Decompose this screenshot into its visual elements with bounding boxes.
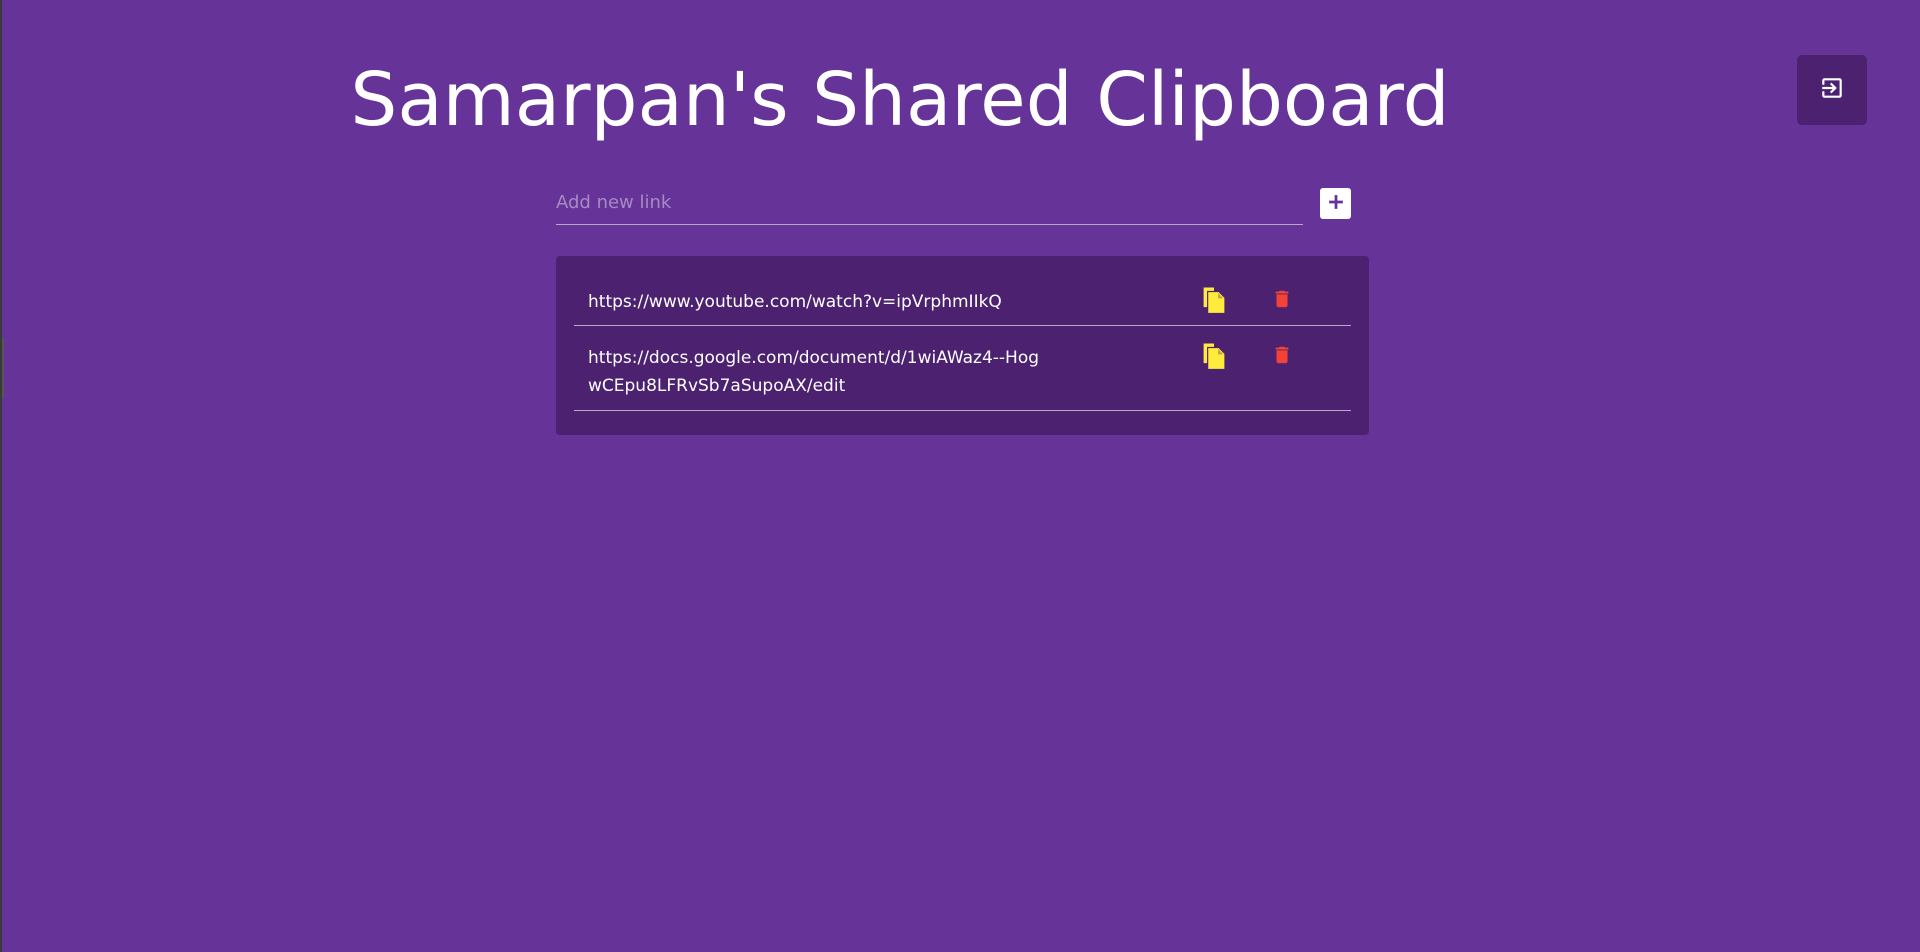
window-edge [2,338,4,398]
logout-icon [1819,75,1845,105]
link-row: https://www.youtube.com/watch?v=ipVrphmI… [574,270,1351,326]
delete-link-button[interactable] [1268,342,1296,372]
link-url: https://www.youtube.com/watch?v=ipVrphmI… [588,292,1002,312]
copy-link-button[interactable] [1200,342,1228,372]
add-link-button[interactable] [1320,188,1351,219]
trash-icon [1271,286,1293,316]
page: Samarpan's Shared Clipboard https://www.… [0,0,1920,952]
trash-icon [1271,342,1293,372]
copy-link-button[interactable] [1200,286,1228,316]
links-list: https://www.youtube.com/watch?v=ipVrphmI… [556,256,1369,435]
add-link-input[interactable] [556,180,1303,225]
copy-icon [1200,340,1228,374]
logout-button[interactable] [1797,55,1867,125]
delete-link-button[interactable] [1268,286,1296,316]
plus-icon [1325,191,1347,216]
copy-icon [1200,284,1228,318]
link-url: https://docs.google.com/document/d/1wiAW… [588,348,1040,396]
add-link-form [556,180,1352,230]
page-title: Samarpan's Shared Clipboard [350,57,1450,143]
link-row: https://docs.google.com/document/d/1wiAW… [574,326,1351,411]
